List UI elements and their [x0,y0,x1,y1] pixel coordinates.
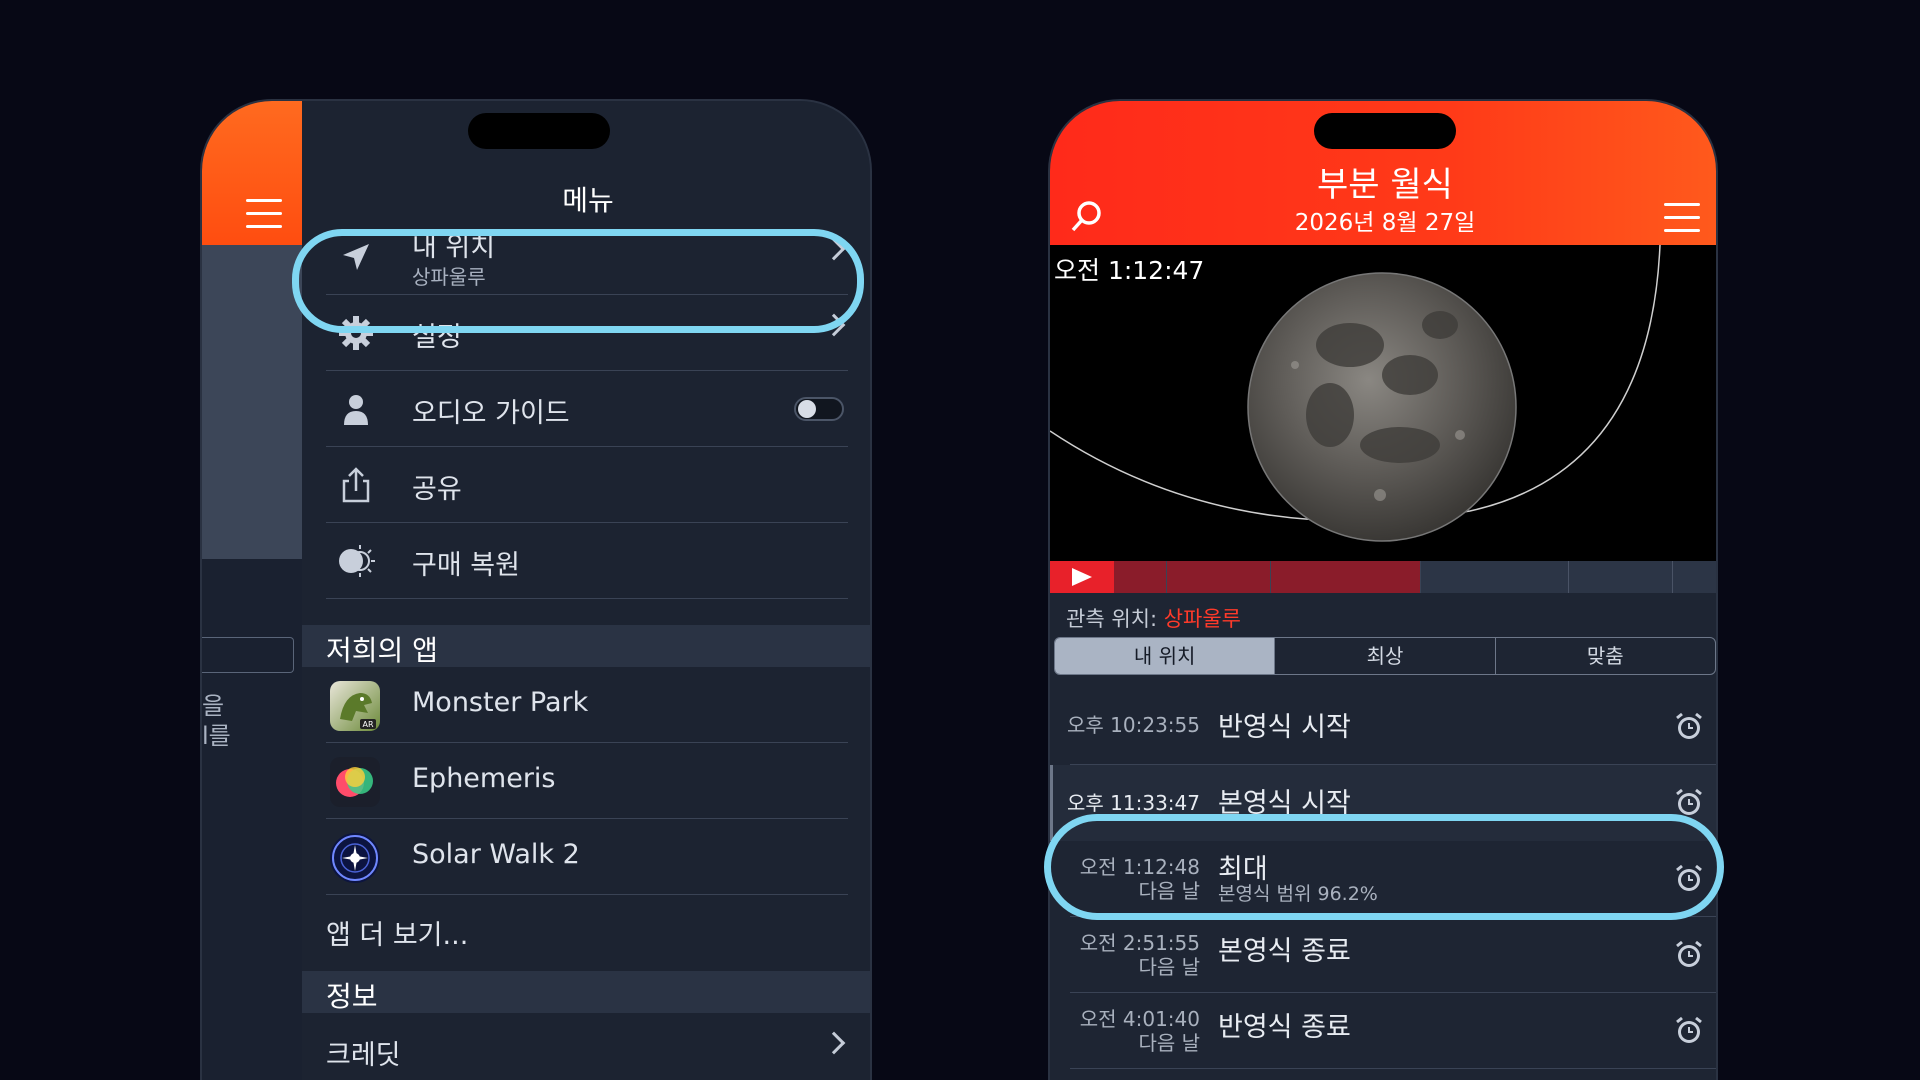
more-apps-link[interactable]: 앱 더 보기... [326,913,468,952]
monster-park-app-icon: AR [330,681,380,731]
app-item-ephemeris[interactable]: Ephemeris [326,743,848,819]
tab-custom[interactable]: 맞춤 [1496,638,1715,674]
app-name: Solar Walk 2 [412,839,580,870]
eclipse-timeline[interactable] [1050,561,1716,593]
event-row[interactable]: 오전 4:01:40 다음 날 반영식 종료 [1050,993,1716,1069]
camera-notch [468,113,610,149]
highlight-ring-my-location [292,229,864,333]
alarm-clock-icon[interactable] [1674,1015,1704,1045]
app-name: Monster Park [412,687,589,718]
background-panel [202,245,302,559]
timeline-tick [1270,561,1271,593]
observation-location-link[interactable]: 상파울루 [1164,607,1241,631]
background-text: 을 l를 [202,692,231,750]
alarm-clock-icon[interactable] [1674,711,1704,741]
tab-best[interactable]: 최상 [1275,638,1496,674]
timeline-tick [1568,561,1569,593]
section-title: 저희의 앱 [326,634,438,667]
event-name: 반영식 종료 [1218,1012,1351,1043]
menu-title: 메뉴 [562,184,614,217]
event-time: 오후 10:23:55 [1067,713,1200,737]
eclipse-phone: 부분 월식 2026년 8월 27일 오전 1:12:47 관측 위치: 상파울… [1048,99,1718,1080]
menu-item-label: 공유 [412,474,462,505]
audio-guide-toggle[interactable] [794,397,844,421]
app-item-solar-walk-2[interactable]: Solar Walk 2 [326,819,848,895]
timeline-tick [1672,561,1673,593]
timeline-tick [1420,561,1421,593]
search-icon[interactable] [1070,199,1104,233]
section-title: 정보 [326,980,378,1013]
menu-item-audio-guide[interactable]: 오디오 가이드 [326,371,848,447]
event-next-day: 다음 날 [1138,955,1200,979]
app-name: Ephemeris [412,763,556,794]
observation-location: 관측 위치: 상파울루 [1066,607,1241,631]
solar-walk-app-icon [330,833,380,883]
hamburger-menu-icon[interactable] [246,199,282,229]
background-app-view: 을 l를 [202,101,302,1080]
sky-time: 오전 1:12:47 [1054,256,1205,285]
share-icon [336,465,376,505]
eclipse-date: 2026년 8월 27일 [1294,210,1476,236]
eclipse-sky-view[interactable]: 오전 1:12:47 [1050,245,1716,561]
menu-item-share[interactable]: 공유 [326,447,848,523]
event-time: 오후 11:33:47 [1067,791,1200,815]
menu-item-restore-purchase[interactable]: 구매 복원 [326,523,848,599]
restore-purchase-icon [336,541,376,581]
tab-my-location[interactable]: 내 위치 [1055,638,1276,674]
event-row[interactable]: 오전 2:51:55 다음 날 본영식 종료 [1050,917,1716,993]
hamburger-menu-icon[interactable] [1664,203,1700,233]
background-field [202,637,294,673]
row-divider [1070,1068,1716,1069]
camera-notch [1314,113,1456,149]
highlight-ring-maximum-event [1044,814,1724,920]
event-name: 본영식 종료 [1218,936,1351,967]
ephemeris-app-icon [330,757,380,807]
svg-text:AR: AR [362,720,373,729]
menu-item-label: 구매 복원 [412,550,520,581]
app-item-monster-park[interactable]: AR Monster Park [326,667,848,743]
location-tabs: 내 위치 최상 맞춤 [1054,637,1716,675]
menu-item-label: 크레딧 [326,1040,401,1071]
menu-item-label: 오디오 가이드 [412,398,570,429]
section-header-info: 정보 [302,971,870,1013]
audio-guide-person-icon [336,389,376,429]
eclipse-title: 부분 월식 [1317,165,1453,205]
moon-shadow-illustration [1050,245,1661,542]
section-header-our-apps: 저희의 앱 [302,625,870,667]
event-name: 반영식 시작 [1218,712,1351,743]
timeline-partial-segment [1114,561,1420,593]
play-button[interactable] [1050,561,1114,593]
timeline-tick [1166,561,1167,593]
alarm-clock-icon[interactable] [1674,939,1704,969]
menu-item-credits[interactable]: 크레딧 [326,1013,848,1080]
event-row[interactable]: 오후 10:23:55 반영식 시작 [1050,689,1716,765]
event-next-day: 다음 날 [1138,1031,1200,1055]
chevron-right-icon [822,1031,846,1055]
current-event-indicator [1050,765,1053,841]
alarm-clock-icon[interactable] [1674,787,1704,817]
